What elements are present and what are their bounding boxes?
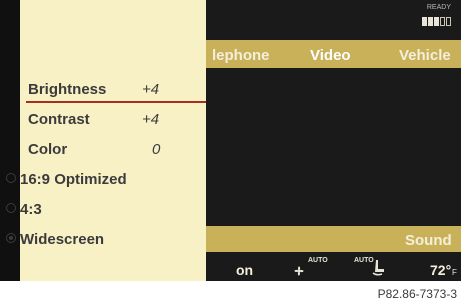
aspect-option-label: 16:9 Optimized: [20, 171, 127, 188]
brightness-value: +4: [142, 81, 160, 98]
aspect-option-label: 4:3: [20, 201, 42, 218]
brightness-label: Brightness: [28, 81, 107, 98]
aspect-option-label: Widescreen: [20, 231, 105, 248]
figure-caption: P82.86-7373-3: [377, 287, 457, 301]
color-label: Color: [28, 141, 68, 158]
climate-state[interactable]: on: [236, 262, 253, 278]
signal-bars-icon: [422, 17, 451, 26]
fan-auto-label: AUTO: [308, 257, 328, 264]
fan-icon[interactable]: [292, 264, 306, 278]
color-value: 0: [152, 141, 161, 158]
color-row[interactable]: Color: [28, 141, 67, 158]
temperature-unit: F: [452, 268, 457, 277]
menu-sound[interactable]: Sound: [405, 232, 452, 249]
aspect-option-widescreen[interactable]: Widescreen: [6, 231, 104, 248]
seat-airflow-icon[interactable]: [370, 258, 386, 276]
menu-vehicle[interactable]: Vehicle: [399, 47, 451, 64]
aspect-option-4-3[interactable]: 4:3: [6, 201, 42, 218]
menu-video[interactable]: Video: [310, 47, 351, 64]
radio-unchecked-icon: [6, 203, 16, 213]
contrast-value: +4: [142, 111, 160, 128]
selection-underline: [26, 101, 206, 103]
radio-unchecked-icon: [6, 173, 16, 183]
menu-telephone[interactable]: lephone: [212, 47, 270, 64]
contrast-row[interactable]: Contrast: [28, 111, 90, 128]
status-label: READY: [426, 4, 451, 11]
brightness-row[interactable]: Brightness: [28, 81, 106, 98]
temperature-value[interactable]: 72°: [430, 262, 451, 278]
signal-status: READY: [421, 4, 455, 30]
contrast-label: Contrast: [28, 111, 90, 128]
aspect-option-16-9-optimized[interactable]: 16:9 Optimized: [6, 171, 127, 188]
radio-checked-icon: [6, 233, 16, 243]
